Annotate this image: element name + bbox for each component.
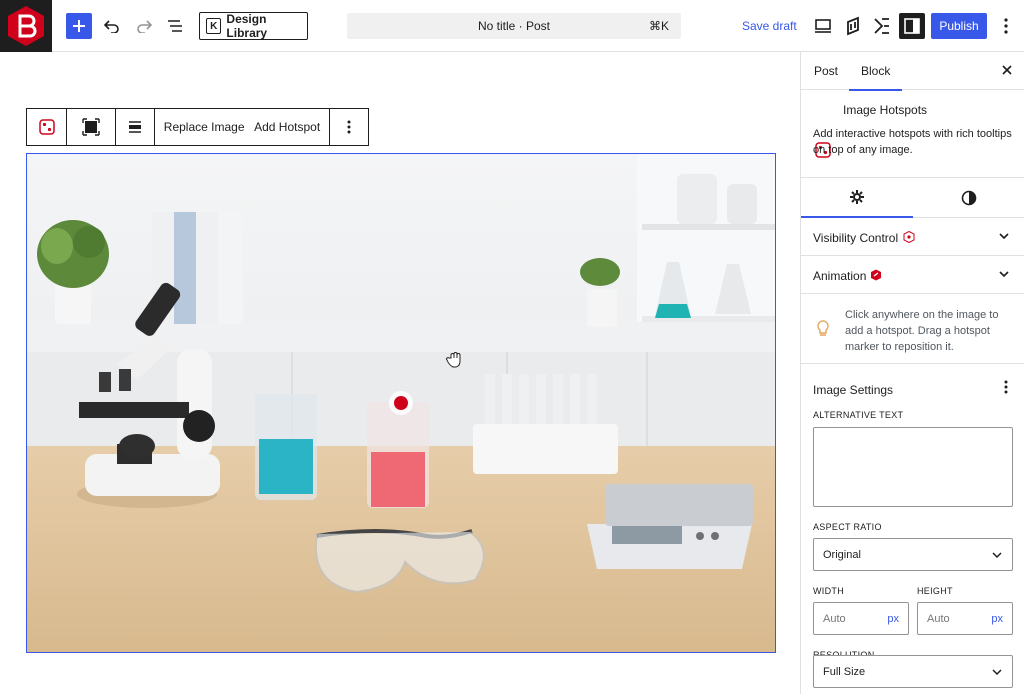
replace-image-button[interactable]: Replace Image (164, 120, 245, 134)
editor-canvas: Replace Image Add Hotspot (0, 52, 800, 694)
sidebar-tabs: Post Block (801, 52, 1024, 91)
hotspot-image[interactable] (26, 153, 776, 653)
aspect-ratio-select[interactable]: Original (813, 538, 1013, 571)
design-library-label: Design Library (226, 12, 268, 40)
chevron-down-icon (992, 552, 1002, 559)
redo-button[interactable] (133, 15, 155, 37)
tab-settings[interactable] (801, 178, 913, 218)
hotspot-block-icon (38, 119, 55, 135)
gear-icon (850, 190, 864, 204)
hotspot-marker (394, 396, 408, 410)
block-description: Add interactive hotspots with rich toolt… (813, 128, 1012, 156)
plugin-ai-icon (874, 18, 889, 34)
height-placeholder: Auto (927, 613, 950, 625)
select-frame-icon (82, 118, 100, 136)
more-vertical-icon (1004, 18, 1008, 34)
tab-styles[interactable] (913, 178, 1024, 218)
close-sidebar-button[interactable] (1002, 62, 1012, 79)
resolution-select[interactable]: Full Size (813, 655, 1013, 688)
height-unit[interactable]: px (991, 613, 1003, 625)
add-block-button[interactable] (66, 13, 92, 39)
list-view-button[interactable] (164, 15, 186, 37)
add-hotspot-button[interactable]: Add Hotspot (254, 120, 320, 134)
settings-style-tabs (801, 178, 1024, 218)
site-logo[interactable] (0, 0, 52, 52)
alt-text-label: ALTERNATIVE TEXT (813, 410, 904, 420)
alt-text-field[interactable] (813, 427, 1013, 507)
design-library-icon: K (206, 18, 222, 34)
redo-icon (137, 20, 152, 33)
settings-toggle-button[interactable] (899, 13, 925, 39)
options-menu-button[interactable] (997, 15, 1015, 37)
align-button[interactable] (116, 109, 155, 145)
hotspot-hint: Click anywhere on the image to add a hot… (801, 294, 1024, 364)
width-placeholder: Auto (823, 613, 846, 625)
visibility-control-label: Visibility Control (813, 231, 899, 245)
animation-panel[interactable]: Animation (801, 256, 1024, 294)
undo-icon (104, 20, 119, 33)
height-input[interactable]: Auto px (917, 602, 1013, 635)
publish-button[interactable]: Publish (931, 13, 987, 39)
hint-text: Click anywhere on the image to add a hot… (845, 309, 999, 353)
save-draft-button[interactable]: Save draft (742, 19, 797, 33)
height-label: HEIGHT (917, 586, 953, 596)
block-switcher-button[interactable] (27, 109, 67, 145)
settings-sidebar: Post Block Image Hotspots Add interactiv… (800, 52, 1024, 694)
visibility-control-panel[interactable]: Visibility Control (801, 218, 1024, 256)
aspect-ratio-label: ASPECT RATIO (813, 522, 882, 532)
desktop-preview-icon (815, 19, 831, 33)
document-title: No title · Post (477, 19, 551, 33)
tab-block[interactable]: Block (848, 64, 903, 91)
block-options-button[interactable] (330, 109, 368, 145)
drag-move-button[interactable] (67, 109, 116, 145)
plugin-blocks-icon (847, 16, 859, 36)
contrast-icon (961, 190, 977, 206)
shortcut-hint: ⌘K (648, 19, 669, 33)
tab-post[interactable]: Post (814, 64, 838, 78)
animation-icon (871, 269, 881, 281)
undo-button[interactable] (101, 15, 123, 37)
lightbulb-icon (817, 320, 829, 336)
chevron-down-icon (992, 669, 1002, 676)
close-icon (1002, 65, 1012, 75)
plugin-button-1[interactable] (843, 14, 865, 38)
width-input[interactable]: Auto px (813, 602, 909, 635)
image-settings-menu-button[interactable] (1004, 380, 1008, 399)
block-card: Image Hotspots Add interactive hotspots … (801, 90, 1024, 178)
more-vertical-icon (347, 120, 351, 134)
image-settings-title: Image Settings (813, 383, 894, 397)
plus-icon (73, 20, 85, 32)
animation-label: Animation (813, 269, 867, 283)
preview-button[interactable] (812, 15, 834, 37)
chevron-down-icon (999, 233, 1009, 240)
list-view-icon (168, 20, 182, 32)
editor-topbar: K Design Library No title · Post ⌘K Save… (0, 0, 1024, 52)
block-name: Image Hotspots (843, 103, 928, 117)
width-label: WIDTH (813, 586, 844, 596)
lab-scene-image (27, 154, 775, 652)
visibility-eye-icon (903, 231, 915, 243)
command-palette-bar[interactable]: No title · Post ⌘K (347, 13, 681, 39)
aspect-ratio-value: Original (823, 549, 861, 561)
image-settings-panel: Image Settings ALTERNATIVE TEXT ASPECT R… (801, 364, 1024, 674)
block-toolbar: Replace Image Add Hotspot (26, 108, 369, 146)
chevron-down-icon (999, 271, 1009, 278)
width-unit[interactable]: px (887, 613, 899, 625)
align-wide-icon (129, 121, 141, 133)
sidebar-panel-icon (904, 18, 920, 34)
more-vertical-icon (1004, 380, 1008, 394)
plugin-button-2[interactable] (871, 14, 893, 38)
resolution-value: Full Size (823, 666, 866, 678)
design-library-button[interactable]: K Design Library (199, 12, 308, 40)
